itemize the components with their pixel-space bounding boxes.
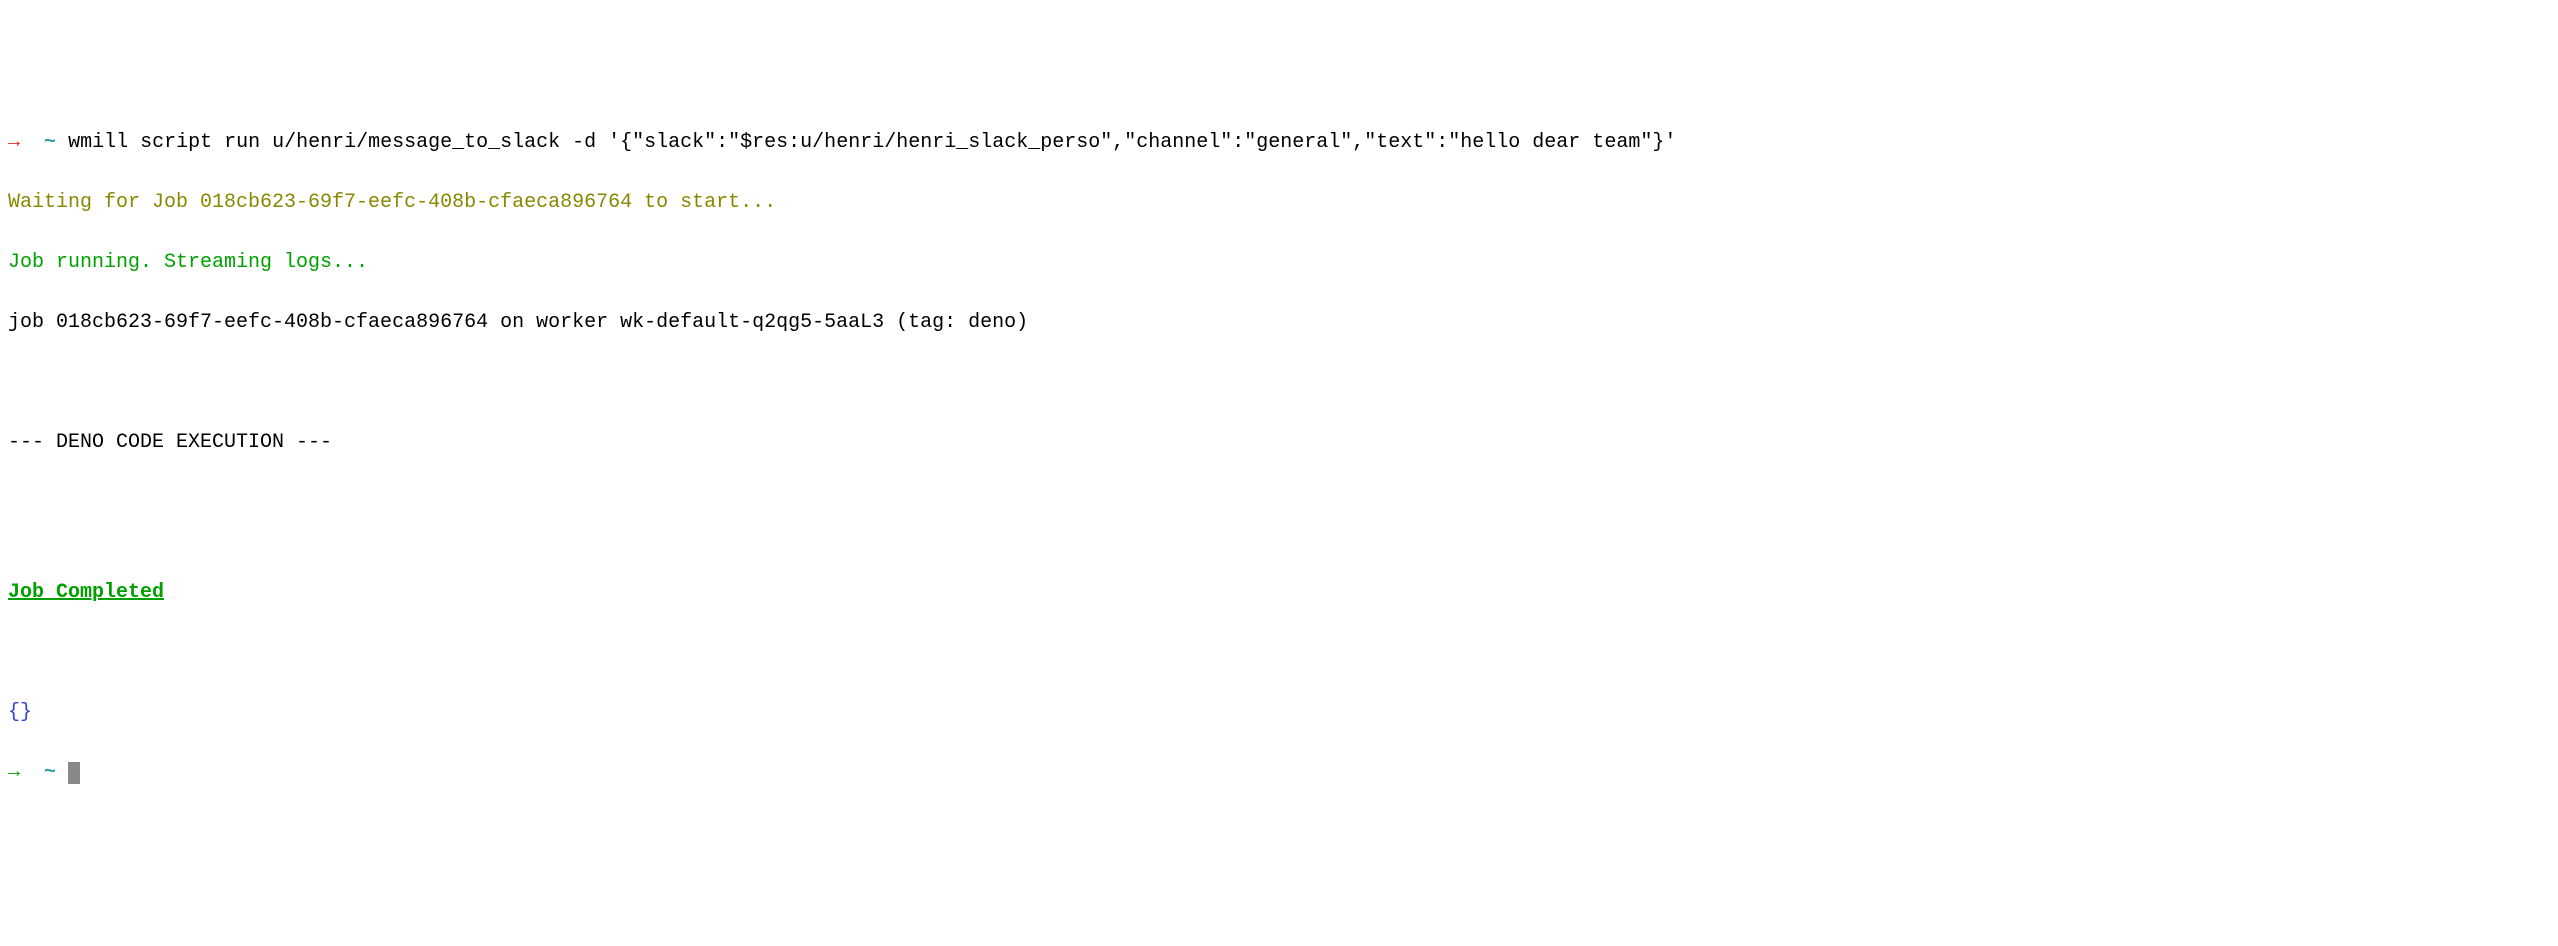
prompt-arrow: → xyxy=(8,131,20,154)
output-waiting: Waiting for Job 018cb623-69f7-eefc-408b-… xyxy=(8,188,2550,218)
prompt-tilde: ~ xyxy=(44,761,56,784)
prompt-line-2[interactable]: → ~ xyxy=(8,758,2550,788)
output-deno-header: --- DENO CODE EXECUTION --- xyxy=(8,428,2550,458)
cursor-block xyxy=(68,762,80,784)
prompt-arrow: → xyxy=(8,761,20,784)
command-text: wmill script run u/henri/message_to_slac… xyxy=(68,131,1676,154)
output-result: {} xyxy=(8,698,2550,728)
output-job-info: job 018cb623-69f7-eefc-408b-cfaeca896764… xyxy=(8,308,2550,338)
prompt-line-1: → ~ wmill script run u/henri/message_to_… xyxy=(8,128,2550,158)
output-running: Job running. Streaming logs... xyxy=(8,248,2550,278)
prompt-tilde: ~ xyxy=(44,131,56,154)
output-completed: Job Completed xyxy=(8,578,2550,608)
